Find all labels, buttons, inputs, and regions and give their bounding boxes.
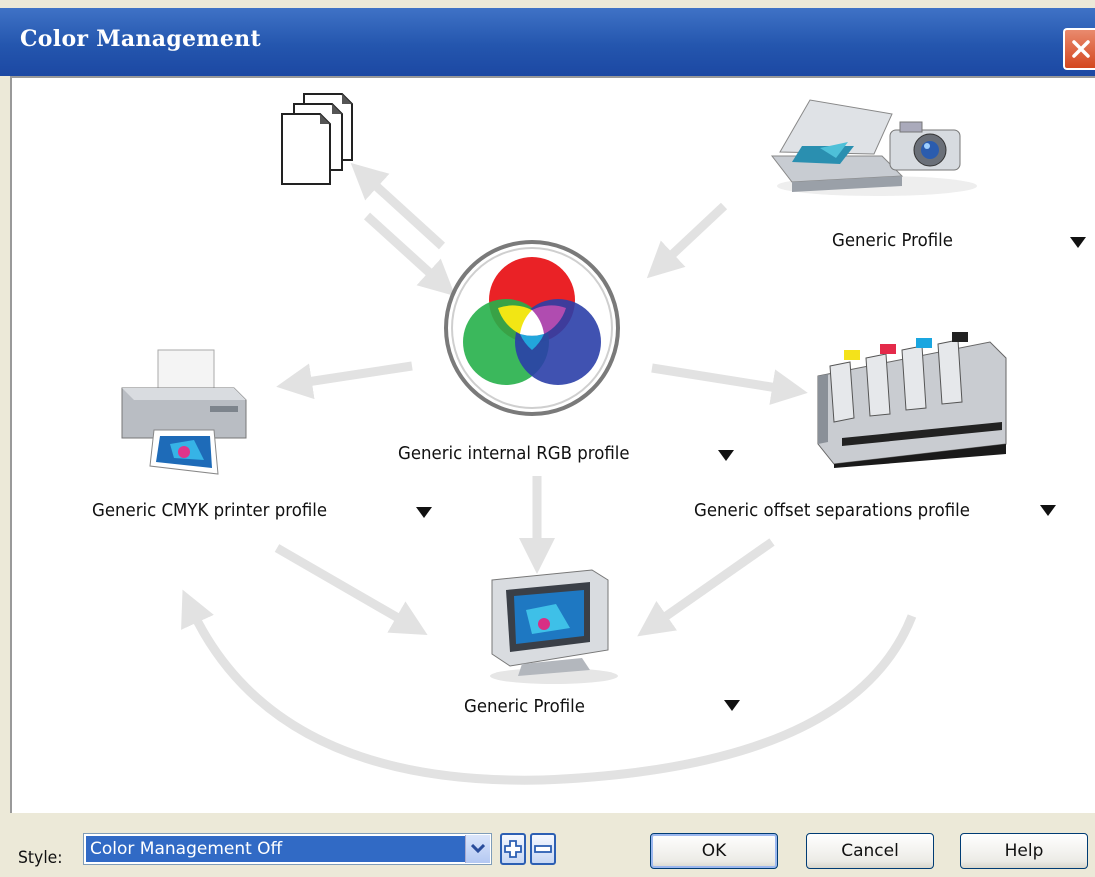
- offset-press-icon: [817, 332, 1007, 468]
- close-button[interactable]: [1063, 28, 1095, 70]
- ok-button[interactable]: OK: [650, 833, 778, 869]
- color-management-dialog: Color Management Generic Profile Generic…: [0, 0, 1095, 877]
- style-label: Style:: [18, 848, 63, 868]
- window-title: Color Management: [20, 26, 261, 52]
- plus-icon: [504, 840, 522, 858]
- color-workflow-diagram: Generic Profile Generic internal RGB pro…: [10, 76, 1095, 813]
- dialog-footer: Style: Color Management Off OK Cancel He…: [0, 813, 1095, 877]
- monitor-profile-dropdown-arrow[interactable]: [724, 700, 740, 711]
- title-bar[interactable]: Color Management: [0, 8, 1095, 76]
- style-combobox[interactable]: Color Management Off: [83, 833, 492, 865]
- rgb-color-wheel-icon: [444, 240, 620, 416]
- internal-rgb-profile-dropdown-arrow[interactable]: [718, 450, 734, 461]
- document-stack-icon: [281, 93, 353, 185]
- delete-style-button[interactable]: [530, 833, 556, 865]
- close-icon: [1072, 40, 1090, 58]
- printer-icon: [121, 349, 247, 475]
- monitor-icon: [490, 569, 618, 684]
- internal-rgb-profile-label: Generic internal RGB profile: [398, 443, 630, 464]
- offset-separations-profile-dropdown-arrow[interactable]: [1040, 505, 1056, 516]
- add-style-button[interactable]: [500, 833, 526, 865]
- minus-icon: [534, 845, 552, 853]
- monitor-profile-label: Generic Profile: [464, 696, 585, 717]
- input-device-profile-dropdown-arrow[interactable]: [1070, 237, 1086, 248]
- cmyk-printer-profile-label: Generic CMYK printer profile: [92, 500, 328, 521]
- offset-separations-profile-label: Generic offset separations profile: [694, 500, 970, 521]
- style-selected-value: Color Management Off: [86, 836, 466, 862]
- help-button[interactable]: Help: [960, 833, 1088, 869]
- cancel-button[interactable]: Cancel: [806, 833, 934, 869]
- cmyk-printer-profile-dropdown-arrow[interactable]: [416, 507, 432, 518]
- input-device-profile-label: Generic Profile: [832, 230, 953, 251]
- scanner-camera-icon: [770, 99, 977, 196]
- chevron-down-icon: [471, 844, 485, 854]
- style-dropdown-button[interactable]: [465, 835, 490, 863]
